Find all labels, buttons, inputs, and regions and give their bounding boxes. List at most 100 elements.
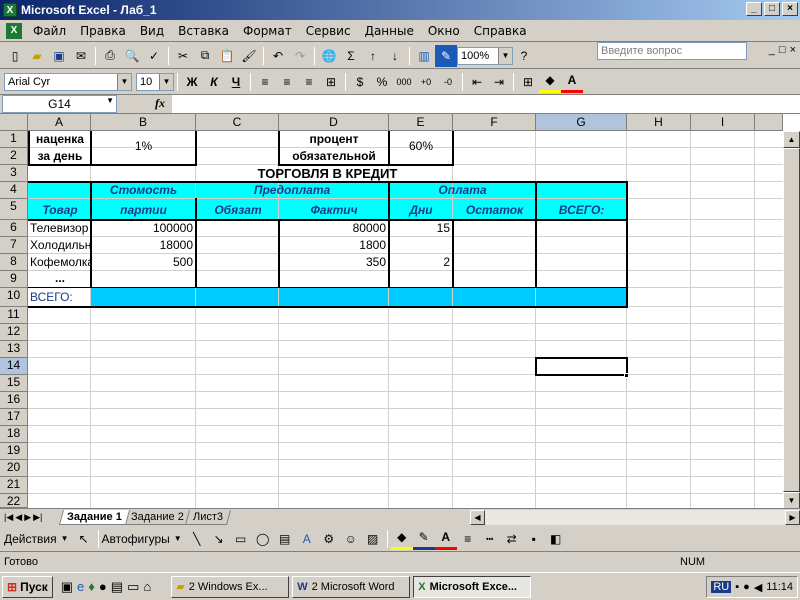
column-header-c[interactable]: C — [196, 114, 279, 131]
row-header-17[interactable]: 17 — [0, 409, 28, 426]
maximize-button[interactable]: □ — [764, 2, 780, 16]
textbox-icon[interactable]: ▤ — [274, 528, 296, 550]
format-painter-icon[interactable]: 🖌 — [238, 45, 260, 67]
ie-icon[interactable]: e — [77, 579, 84, 595]
paste-icon[interactable]: 📋 — [216, 45, 238, 67]
font-select[interactable]: Arial Cyr ▼ — [4, 72, 132, 91]
column-header-f[interactable]: F — [453, 114, 536, 131]
cell-a9[interactable]: ... — [30, 271, 90, 285]
clipart-icon[interactable]: ☺ — [340, 528, 362, 550]
decrease-decimal-icon[interactable]: -0 — [437, 71, 459, 93]
merge-center-icon[interactable]: ⊞ — [320, 71, 342, 93]
insert-function-icon[interactable]: fx — [155, 96, 165, 111]
row-header-19[interactable]: 19 — [0, 443, 28, 460]
chevron-down-icon[interactable]: ▼ — [117, 73, 131, 90]
name-box[interactable]: G14 ▼ — [2, 94, 117, 113]
row-header-5[interactable]: 5 — [0, 199, 28, 220]
app-icon[interactable]: ⌂ — [143, 579, 151, 595]
column-header-g[interactable]: G — [536, 114, 627, 131]
cell-d7[interactable]: 1800 — [280, 238, 386, 252]
row-header-12[interactable]: 12 — [0, 324, 28, 341]
row-header-11[interactable]: 11 — [0, 307, 28, 324]
cell-c5[interactable]: Обязат — [198, 203, 278, 217]
cell-a1[interactable]: наценка — [30, 132, 90, 146]
cell-e5[interactable]: Дни — [390, 203, 452, 217]
menu-view[interactable]: Вид — [133, 22, 171, 40]
wordart-icon[interactable]: A — [296, 528, 318, 550]
cell-e8[interactable]: 2 — [390, 255, 450, 269]
cell-a8[interactable]: Кофемолка — [30, 255, 90, 269]
line-style-icon[interactable]: ≡ — [457, 528, 479, 550]
scroll-down-icon[interactable]: ▼ — [783, 492, 800, 509]
app-icon[interactable]: ● — [99, 579, 107, 595]
drawing-icon[interactable]: ✎ — [435, 44, 457, 67]
menu-window[interactable]: Окно — [421, 22, 467, 40]
formula-input[interactable] — [172, 95, 800, 113]
decrease-indent-icon[interactable]: ⇤ — [466, 71, 488, 93]
row-header-6[interactable]: 6 — [0, 220, 28, 237]
tray-icon[interactable]: ● — [743, 581, 750, 593]
chevron-down-icon[interactable]: ▼ — [174, 534, 182, 543]
currency-icon[interactable]: $ — [349, 71, 371, 93]
scroll-left-icon[interactable]: ◀ — [470, 510, 485, 525]
rectangle-icon[interactable]: ▭ — [230, 528, 252, 550]
thousands-button[interactable]: 000 — [393, 71, 415, 93]
column-header-j[interactable] — [755, 114, 783, 131]
column-header-e[interactable]: E — [389, 114, 453, 131]
row-header-3[interactable]: 3 — [0, 165, 28, 182]
excel-app-icon[interactable]: X — [3, 3, 17, 17]
minimize-button[interactable]: _ — [746, 2, 762, 16]
prev-sheet-icon[interactable]: ◀ — [15, 512, 22, 523]
cell-b5[interactable]: партии — [92, 203, 195, 217]
cell-a6[interactable]: Телевизор — [30, 221, 90, 235]
cell-d6[interactable]: 80000 — [280, 221, 386, 235]
new-icon[interactable]: ▯ — [4, 45, 26, 67]
dash-style-icon[interactable]: ┅ — [479, 528, 501, 550]
cell-b6[interactable]: 100000 — [92, 221, 193, 235]
help-icon[interactable]: ? — [513, 45, 535, 67]
arrow-style-icon[interactable]: ⇄ — [501, 528, 523, 550]
chevron-down-icon[interactable]: ▼ — [61, 534, 69, 543]
save-icon[interactable]: ▣ — [48, 45, 70, 67]
undo-icon[interactable]: ↶ — [267, 45, 289, 67]
open-icon[interactable]: ▰ — [26, 45, 48, 67]
cell-d5[interactable]: Фактич — [280, 203, 388, 217]
copy-icon[interactable]: ⧉ — [194, 45, 216, 67]
increase-decimal-icon[interactable]: +0 — [415, 71, 437, 93]
app-icon[interactable]: ▤ — [111, 579, 123, 595]
shadow-icon[interactable]: ▪ — [523, 528, 545, 550]
autosum-icon[interactable]: Σ — [340, 45, 362, 67]
menu-format[interactable]: Формат — [236, 22, 299, 40]
row-header-21[interactable]: 21 — [0, 477, 28, 494]
cell-b8[interactable]: 500 — [92, 255, 193, 269]
app-icon[interactable]: ♦ — [88, 579, 95, 595]
row-header-1[interactable]: 1 — [0, 131, 28, 148]
row-header-18[interactable]: 18 — [0, 426, 28, 443]
row-header-13[interactable]: 13 — [0, 341, 28, 358]
row-header-8[interactable]: 8 — [0, 254, 28, 271]
print-preview-icon[interactable]: 🔍 — [121, 45, 143, 67]
next-sheet-icon[interactable]: ▶ — [24, 512, 31, 523]
task-word[interactable]: W2 Microsoft Word — [292, 575, 411, 598]
cell-e1[interactable]: 60% — [390, 139, 452, 153]
close-button[interactable]: × — [782, 2, 798, 16]
vertical-scrollbar[interactable]: ▲ ▼ — [783, 131, 800, 509]
row-header-22[interactable]: 22 — [0, 494, 28, 508]
sort-ascending-icon[interactable]: ↑ — [362, 45, 384, 67]
line-icon[interactable]: ╲ — [186, 528, 208, 550]
oval-icon[interactable]: ◯ — [252, 528, 274, 550]
select-all-corner[interactable] — [0, 114, 28, 131]
cut-icon[interactable]: ✂ — [172, 45, 194, 67]
row-header-14[interactable]: 14 — [0, 358, 28, 375]
start-button[interactable]: ⊞ Пуск — [2, 575, 53, 598]
cell-a10[interactable]: ВСЕГО: — [30, 290, 90, 304]
row-header-15[interactable]: 15 — [0, 375, 28, 392]
scroll-thumb[interactable] — [783, 148, 800, 492]
fill-color-icon[interactable]: ◆ — [390, 528, 413, 550]
task-windows-explorer[interactable]: ▰ 2 Windows Ex... — [171, 575, 290, 598]
spreadsheet-grid[interactable]: A B C D E F G H I 1 2 3 4 5 6 7 8 9 10 1… — [0, 114, 800, 508]
workbook-icon[interactable]: X — [6, 22, 22, 39]
chevron-down-icon[interactable]: ▼ — [159, 73, 173, 90]
picture-icon[interactable]: ▨ — [362, 528, 384, 550]
tab-zadanie-2[interactable]: Задание 2 — [122, 509, 192, 525]
